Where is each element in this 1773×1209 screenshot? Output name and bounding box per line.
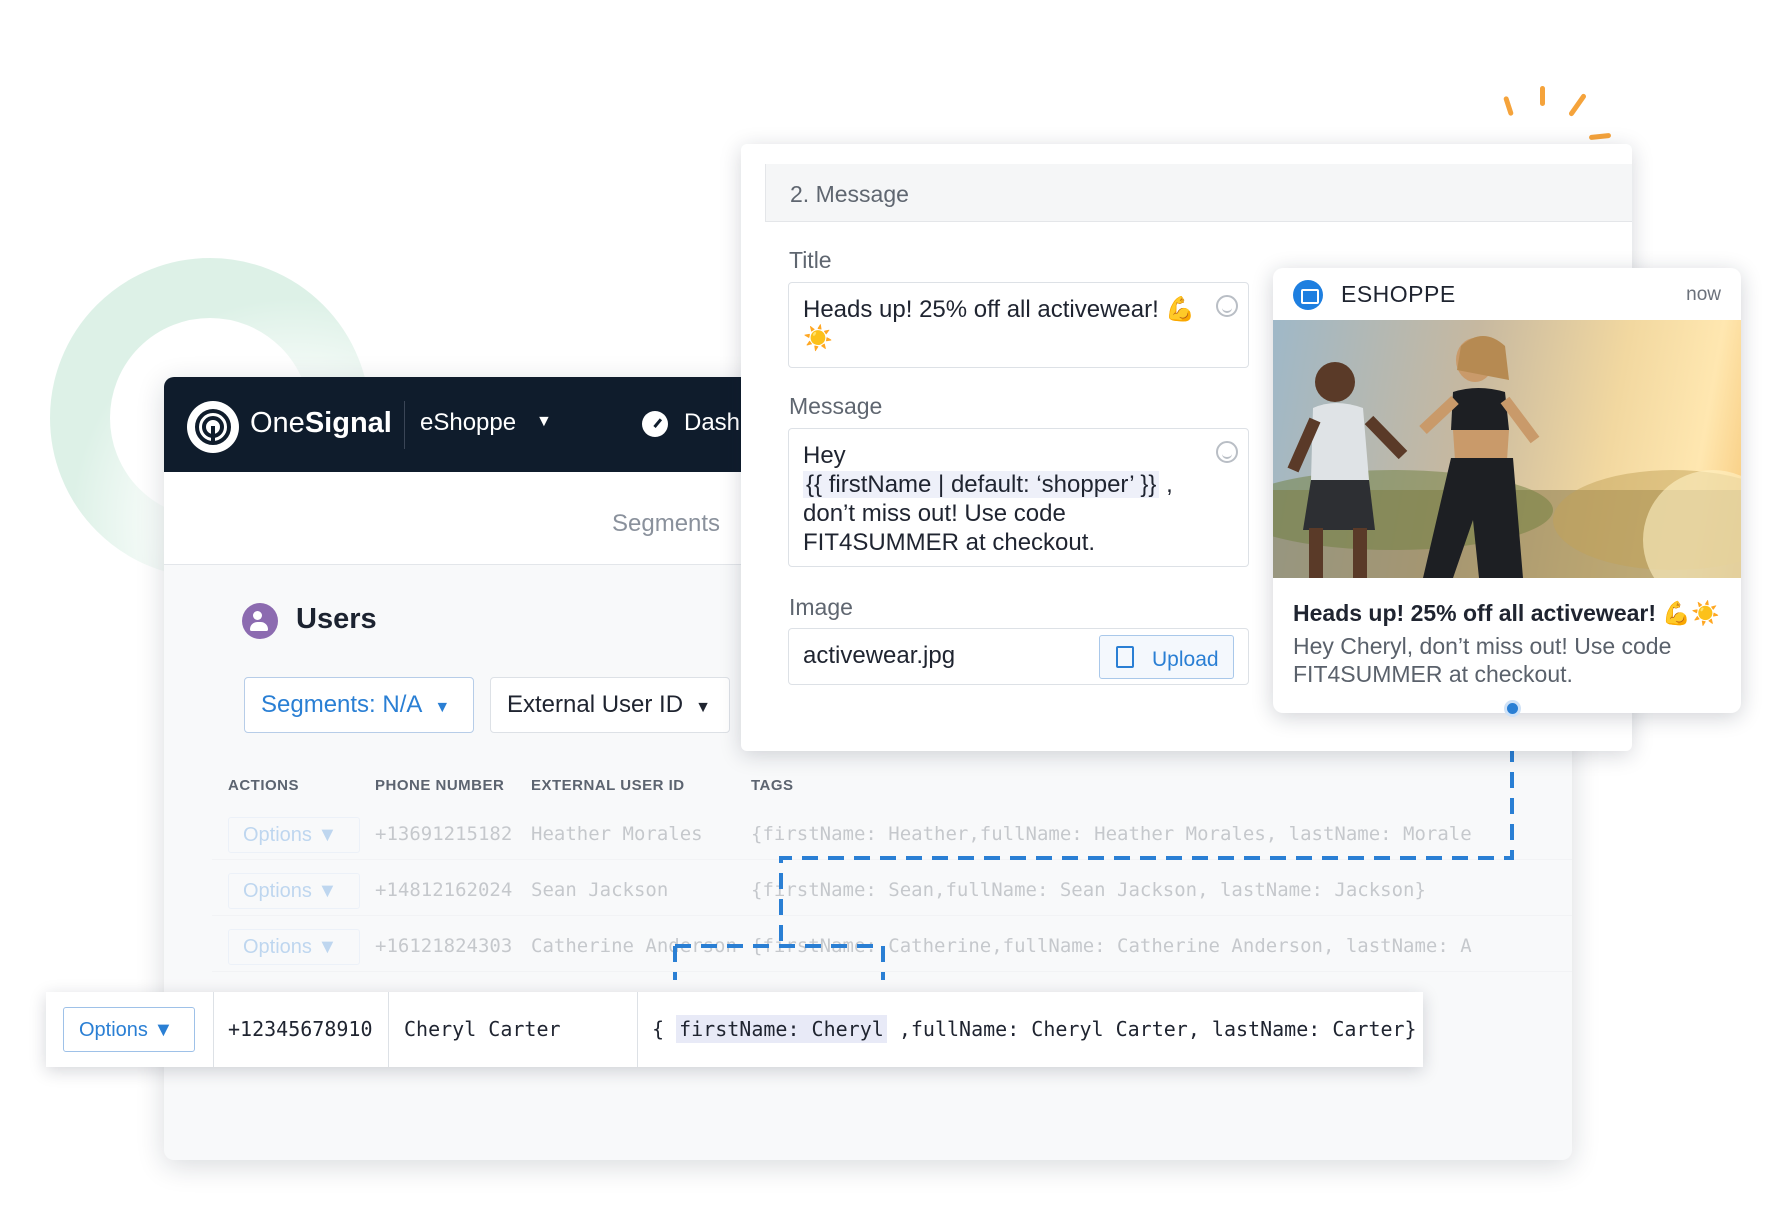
upload-label: Upload [1152,648,1219,671]
message-line-1: Hey [803,442,846,469]
message-line-4: FIT4SUMMER at checkout. [803,529,1096,556]
cell-divider [388,992,389,1067]
cell-divider [213,992,214,1067]
message-variable: {{ firstName | default: ‘shopper’ }} [803,471,1160,498]
cell-divider [637,992,638,1067]
notification-body: Hey Cheryl, don’t miss out! Use code FIT… [1293,633,1672,687]
emoji-smile-icon[interactable] [1216,441,1238,463]
row-options-button[interactable]: Options ▼ [63,1007,195,1052]
section-header: 2. Message [765,164,1632,222]
notification-title: Heads up! 25% off all activewear! 💪☀️ [1293,600,1720,626]
upload-icon [1116,646,1134,668]
message-line-3: don’t miss out! Use code [803,500,1066,527]
title-label: Title [789,247,832,273]
title-input-value: Heads up! 25% off all activewear! 💪☀️ [803,296,1196,352]
connector-dot [1504,700,1521,717]
image-input[interactable]: activewear.jpg Upload [788,628,1249,685]
cell-tags: { firstName: Cheryl ,fullName: Cheryl Ca… [652,1015,1417,1043]
shop-icon [1293,280,1323,310]
message-label: Message [789,393,883,419]
push-notification-preview: ESHOPPE now Heads up! 25% off all active [1273,268,1741,713]
image-filename: activewear.jpg [803,642,956,669]
tags-rest: ,fullName: Cheryl Carter, lastName: Cart… [886,1017,1417,1041]
cell-phone: +12345678910 [228,1017,373,1041]
emoji-smile-icon[interactable] [1216,295,1238,317]
upload-button[interactable]: Upload [1099,635,1234,679]
notification-time: now [1686,284,1721,305]
message-line-2: {{ firstName | default: ‘shopper’ }} , [803,470,1234,499]
image-label: Image [789,594,853,620]
tags-open: { [652,1017,677,1041]
title-input[interactable]: Heads up! 25% off all activewear! 💪☀️ [788,282,1249,368]
highlighted-table-row: Options ▼ +12345678910 Cheryl Carter { f… [46,992,1423,1067]
notification-app-name: ESHOPPE [1341,281,1456,307]
tags-highlight: firstName: Cheryl [676,1015,887,1043]
row-options-label: Options [79,1019,148,1041]
cell-external-id: Cheryl Carter [404,1017,561,1041]
message-after-variable: , [1159,471,1173,498]
notification-image [1273,320,1741,578]
section-title: 2. Message [790,181,909,207]
message-input[interactable]: Hey {{ firstName | default: ‘shopper’ }}… [788,428,1249,567]
